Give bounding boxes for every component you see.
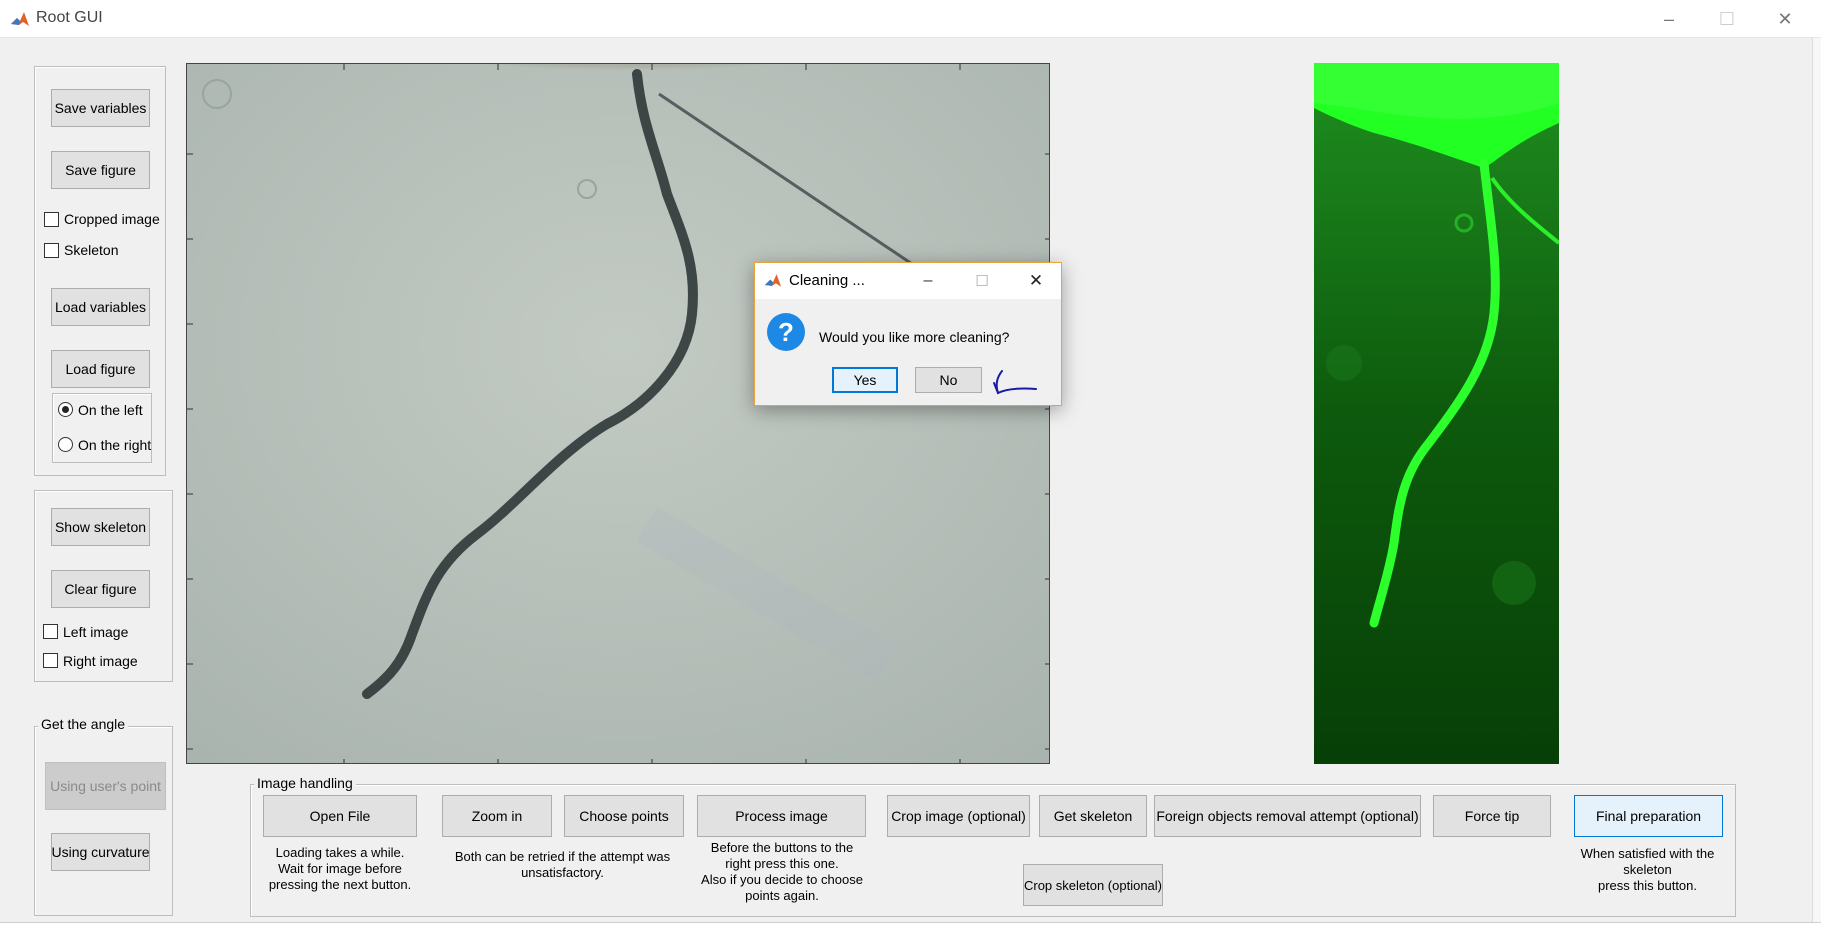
save-figure-button[interactable]: Save figure — [51, 151, 150, 189]
maximize-icon: ☐ — [975, 273, 989, 290]
minimize-icon: – — [1663, 8, 1674, 29]
minimize-icon: – — [923, 272, 933, 289]
skeleton-green-image — [1314, 63, 1559, 764]
cropped-image-checkbox[interactable] — [44, 212, 59, 227]
right-image-axes[interactable] — [1314, 63, 1559, 764]
on-the-right-radio[interactable] — [58, 437, 73, 452]
final-preparation-note: When satisfied with the skeleton press t… — [1580, 846, 1715, 893]
on-the-right-label: On the right — [78, 437, 152, 453]
cleaning-dialog: Cleaning ... – ☐ ✕ ? Would you like more… — [754, 262, 1062, 406]
close-icon: ✕ — [1028, 271, 1044, 290]
dialog-maximize-button[interactable]: ☐ — [959, 265, 1005, 297]
dialog-title-bar: Cleaning ... – ☐ ✕ — [755, 263, 1061, 299]
using-users-point-button[interactable]: Using user's point — [45, 762, 166, 810]
radio-selected-dot — [62, 406, 69, 413]
process-image-note: Before the buttons to the right press th… — [701, 840, 863, 903]
minimize-button[interactable]: – — [1640, 0, 1698, 38]
open-file-note: Loading takes a while. Wait for image be… — [268, 845, 412, 892]
angle-panel — [34, 726, 173, 916]
on-the-left-radio[interactable] — [58, 402, 73, 417]
dialog-close-button[interactable]: ✕ — [1013, 265, 1059, 297]
crop-skeleton-button[interactable]: Crop skeleton (optional) — [1023, 864, 1163, 906]
load-variables-button[interactable]: Load variables — [51, 288, 150, 326]
window-edge — [1812, 38, 1821, 930]
show-skeleton-button[interactable]: Show skeleton — [51, 508, 150, 546]
question-icon: ? — [767, 313, 805, 351]
load-figure-button[interactable]: Load figure — [51, 350, 150, 388]
angle-panel-title: Get the angle — [38, 716, 129, 732]
left-image-label: Left image — [63, 624, 129, 640]
choose-points-button[interactable]: Choose points — [564, 795, 684, 837]
no-button[interactable]: No — [915, 367, 982, 393]
choose-points-note: Both can be retried if the attempt was u… — [454, 849, 671, 880]
left-image-axes[interactable] — [186, 63, 1050, 764]
force-tip-button[interactable]: Force tip — [1433, 795, 1551, 837]
bottom-edge — [0, 922, 1821, 930]
window-title: Root GUI — [36, 9, 103, 26]
dialog-question: Would you like more cleaning? — [819, 329, 1010, 345]
skeleton-label: Skeleton — [64, 242, 119, 258]
right-image-checkbox[interactable] — [43, 653, 58, 668]
yes-button[interactable]: Yes — [832, 367, 898, 393]
get-skeleton-button[interactable]: Get skeleton — [1039, 795, 1147, 837]
maximize-icon: ☐ — [1718, 8, 1736, 29]
image-handling-title: Image handling — [254, 775, 356, 791]
annotation-arrow-icon — [993, 370, 1037, 395]
cropped-image-label: Cropped image — [64, 211, 160, 227]
close-button[interactable]: ✕ — [1756, 0, 1814, 38]
dialog-title: Cleaning ... — [789, 272, 865, 289]
clear-figure-button[interactable]: Clear figure — [51, 570, 150, 608]
crop-image-button[interactable]: Crop image (optional) — [887, 795, 1030, 837]
dialog-minimize-button[interactable]: – — [905, 265, 951, 297]
matlab-logo-icon — [11, 12, 29, 26]
right-image-label: Right image — [63, 653, 138, 669]
skeleton-checkbox[interactable] — [44, 243, 59, 258]
process-image-button[interactable]: Process image — [697, 795, 866, 837]
foreign-objects-removal-button[interactable]: Foreign objects removal attempt (optiona… — [1154, 795, 1421, 837]
maximize-button[interactable]: ☐ — [1698, 0, 1756, 38]
open-file-button[interactable]: Open File — [263, 795, 417, 837]
close-icon: ✕ — [1777, 8, 1793, 29]
axes-ticks — [187, 64, 1049, 763]
zoom-in-button[interactable]: Zoom in — [442, 795, 552, 837]
using-curvature-button[interactable]: Using curvature — [51, 833, 150, 871]
final-preparation-button[interactable]: Final preparation — [1574, 795, 1723, 837]
on-the-left-label: On the left — [78, 402, 143, 418]
matlab-logo-icon — [764, 274, 782, 287]
save-variables-button[interactable]: Save variables — [51, 89, 150, 127]
left-image-checkbox[interactable] — [43, 624, 58, 639]
title-bar: Root GUI – ☐ ✕ — [0, 0, 1821, 38]
